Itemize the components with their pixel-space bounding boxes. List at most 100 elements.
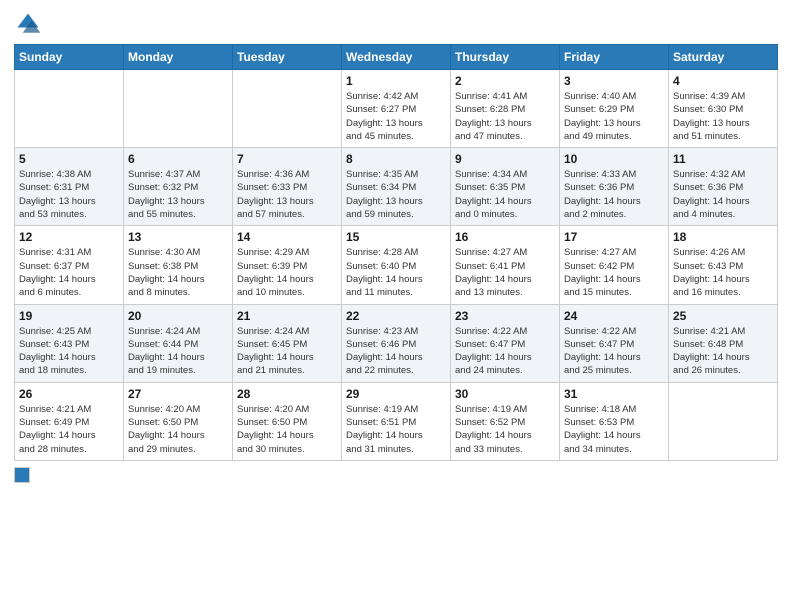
- day-info: Sunrise: 4:18 AM Sunset: 6:53 PM Dayligh…: [564, 403, 664, 456]
- calendar-cell: 6 Sunrise: 4:37 AM Sunset: 6:32 PM Daylig…: [124, 148, 233, 226]
- day-info: Sunrise: 4:28 AM Sunset: 6:40 PM Dayligh…: [346, 246, 446, 299]
- calendar-cell: 30 Sunrise: 4:19 AM Sunset: 6:52 PM Dayli…: [451, 382, 560, 460]
- day-info: Sunrise: 4:30 AM Sunset: 6:38 PM Dayligh…: [128, 246, 228, 299]
- calendar-week-1: 5Sunrise: 4:38 AM Sunset: 6:31 PM Daylig…: [15, 148, 778, 226]
- day-number: 5: [19, 152, 119, 166]
- calendar-cell: [15, 70, 124, 148]
- day-info: Sunrise: 4:21 AM Sunset: 6:48 PM Dayligh…: [673, 325, 773, 378]
- day-info: Sunrise: 4:32 AM Sunset: 6:36 PM Dayligh…: [673, 168, 773, 221]
- logo-icon: [14, 10, 42, 38]
- calendar-cell: [124, 70, 233, 148]
- weekday-header-tuesday: Tuesday: [233, 45, 342, 70]
- weekday-header-row: SundayMondayTuesdayWednesdayThursdayFrid…: [15, 45, 778, 70]
- day-number: 30: [455, 387, 555, 401]
- day-info: Sunrise: 4:33 AM Sunset: 6:36 PM Dayligh…: [564, 168, 664, 221]
- calendar-cell: 12 Sunrise: 4:31 AM Sunset: 6:37 PM Dayli…: [15, 226, 124, 304]
- day-info: Sunrise: 4:19 AM Sunset: 6:51 PM Dayligh…: [346, 403, 446, 456]
- day-number: 28: [237, 387, 337, 401]
- calendar-cell: 1 Sunrise: 4:42 AM Sunset: 6:27 PM Daylig…: [342, 70, 451, 148]
- weekday-header-friday: Friday: [560, 45, 669, 70]
- day-number: 23: [455, 309, 555, 323]
- day-info: Sunrise: 4:23 AM Sunset: 6:46 PM Dayligh…: [346, 325, 446, 378]
- calendar-week-2: 12 Sunrise: 4:31 AM Sunset: 6:37 PM Dayli…: [15, 226, 778, 304]
- calendar-cell: 28Sunrise: 4:20 AM Sunset: 6:50 PM Dayli…: [233, 382, 342, 460]
- calendar-week-0: 1 Sunrise: 4:42 AM Sunset: 6:27 PM Daylig…: [15, 70, 778, 148]
- legend: [14, 467, 778, 483]
- day-info: Sunrise: 4:29 AM Sunset: 6:39 PM Dayligh…: [237, 246, 337, 299]
- day-number: 12: [19, 230, 119, 244]
- day-number: 14: [237, 230, 337, 244]
- logo: [14, 10, 46, 38]
- day-info: Sunrise: 4:22 AM Sunset: 6:47 PM Dayligh…: [455, 325, 555, 378]
- day-info: Sunrise: 4:41 AM Sunset: 6:28 PM Dayligh…: [455, 90, 555, 143]
- day-info: Sunrise: 4:26 AM Sunset: 6:43 PM Dayligh…: [673, 246, 773, 299]
- day-info: Sunrise: 4:36 AM Sunset: 6:33 PM Dayligh…: [237, 168, 337, 221]
- day-number: 10: [564, 152, 664, 166]
- calendar-cell: 24Sunrise: 4:22 AM Sunset: 6:47 PM Dayli…: [560, 304, 669, 382]
- calendar-cell: 11Sunrise: 4:32 AM Sunset: 6:36 PM Dayli…: [669, 148, 778, 226]
- weekday-header-monday: Monday: [124, 45, 233, 70]
- day-number: 6: [128, 152, 228, 166]
- calendar-week-4: 26 Sunrise: 4:21 AM Sunset: 6:49 PM Dayli…: [15, 382, 778, 460]
- day-number: 16: [455, 230, 555, 244]
- header: [14, 10, 778, 38]
- calendar-cell: 19 Sunrise: 4:25 AM Sunset: 6:43 PM Dayli…: [15, 304, 124, 382]
- day-number: 22: [346, 309, 446, 323]
- day-info: Sunrise: 4:19 AM Sunset: 6:52 PM Dayligh…: [455, 403, 555, 456]
- day-info: Sunrise: 4:24 AM Sunset: 6:44 PM Dayligh…: [128, 325, 228, 378]
- day-number: 4: [673, 74, 773, 88]
- calendar-cell: 22 Sunrise: 4:23 AM Sunset: 6:46 PM Dayli…: [342, 304, 451, 382]
- day-info: Sunrise: 4:20 AM Sunset: 6:50 PM Dayligh…: [128, 403, 228, 456]
- day-number: 7: [237, 152, 337, 166]
- calendar-cell: 14 Sunrise: 4:29 AM Sunset: 6:39 PM Dayli…: [233, 226, 342, 304]
- day-number: 3: [564, 74, 664, 88]
- day-info: Sunrise: 4:37 AM Sunset: 6:32 PM Dayligh…: [128, 168, 228, 221]
- page: SundayMondayTuesdayWednesdayThursdayFrid…: [0, 0, 792, 612]
- calendar-cell: 9Sunrise: 4:34 AM Sunset: 6:35 PM Daylig…: [451, 148, 560, 226]
- day-info: Sunrise: 4:40 AM Sunset: 6:29 PM Dayligh…: [564, 90, 664, 143]
- calendar-cell: 27Sunrise: 4:20 AM Sunset: 6:50 PM Dayli…: [124, 382, 233, 460]
- calendar-cell: 13 Sunrise: 4:30 AM Sunset: 6:38 PM Dayli…: [124, 226, 233, 304]
- day-number: 20: [128, 309, 228, 323]
- calendar-cell: 29 Sunrise: 4:19 AM Sunset: 6:51 PM Dayli…: [342, 382, 451, 460]
- day-info: Sunrise: 4:22 AM Sunset: 6:47 PM Dayligh…: [564, 325, 664, 378]
- weekday-header-sunday: Sunday: [15, 45, 124, 70]
- calendar-cell: 10 Sunrise: 4:33 AM Sunset: 6:36 PM Dayli…: [560, 148, 669, 226]
- day-info: Sunrise: 4:27 AM Sunset: 6:41 PM Dayligh…: [455, 246, 555, 299]
- day-number: 26: [19, 387, 119, 401]
- calendar-cell: 23 Sunrise: 4:22 AM Sunset: 6:47 PM Dayli…: [451, 304, 560, 382]
- calendar-cell: 21Sunrise: 4:24 AM Sunset: 6:45 PM Dayli…: [233, 304, 342, 382]
- calendar-cell: 20 Sunrise: 4:24 AM Sunset: 6:44 PM Dayli…: [124, 304, 233, 382]
- calendar-cell: 7 Sunrise: 4:36 AM Sunset: 6:33 PM Daylig…: [233, 148, 342, 226]
- legend-color-swatch: [14, 467, 30, 483]
- day-number: 18: [673, 230, 773, 244]
- day-number: 2: [455, 74, 555, 88]
- weekday-header-wednesday: Wednesday: [342, 45, 451, 70]
- calendar-cell: 8Sunrise: 4:35 AM Sunset: 6:34 PM Daylig…: [342, 148, 451, 226]
- day-number: 1: [346, 74, 446, 88]
- day-number: 19: [19, 309, 119, 323]
- day-info: Sunrise: 4:42 AM Sunset: 6:27 PM Dayligh…: [346, 90, 446, 143]
- weekday-header-saturday: Saturday: [669, 45, 778, 70]
- day-number: 21: [237, 309, 337, 323]
- calendar-cell: 17Sunrise: 4:27 AM Sunset: 6:42 PM Dayli…: [560, 226, 669, 304]
- day-info: Sunrise: 4:31 AM Sunset: 6:37 PM Dayligh…: [19, 246, 119, 299]
- day-info: Sunrise: 4:27 AM Sunset: 6:42 PM Dayligh…: [564, 246, 664, 299]
- calendar-cell: 5Sunrise: 4:38 AM Sunset: 6:31 PM Daylig…: [15, 148, 124, 226]
- day-number: 13: [128, 230, 228, 244]
- calendar-cell: 16 Sunrise: 4:27 AM Sunset: 6:41 PM Dayli…: [451, 226, 560, 304]
- calendar-cell: 25Sunrise: 4:21 AM Sunset: 6:48 PM Dayli…: [669, 304, 778, 382]
- day-number: 29: [346, 387, 446, 401]
- calendar-cell: 15Sunrise: 4:28 AM Sunset: 6:40 PM Dayli…: [342, 226, 451, 304]
- calendar-week-3: 19 Sunrise: 4:25 AM Sunset: 6:43 PM Dayli…: [15, 304, 778, 382]
- calendar-cell: [233, 70, 342, 148]
- day-number: 31: [564, 387, 664, 401]
- calendar-cell: [669, 382, 778, 460]
- calendar-cell: 3 Sunrise: 4:40 AM Sunset: 6:29 PM Daylig…: [560, 70, 669, 148]
- day-info: Sunrise: 4:34 AM Sunset: 6:35 PM Dayligh…: [455, 168, 555, 221]
- calendar-cell: 31 Sunrise: 4:18 AM Sunset: 6:53 PM Dayli…: [560, 382, 669, 460]
- calendar-table: SundayMondayTuesdayWednesdayThursdayFrid…: [14, 44, 778, 461]
- day-info: Sunrise: 4:25 AM Sunset: 6:43 PM Dayligh…: [19, 325, 119, 378]
- day-info: Sunrise: 4:21 AM Sunset: 6:49 PM Dayligh…: [19, 403, 119, 456]
- calendar-cell: 26 Sunrise: 4:21 AM Sunset: 6:49 PM Dayli…: [15, 382, 124, 460]
